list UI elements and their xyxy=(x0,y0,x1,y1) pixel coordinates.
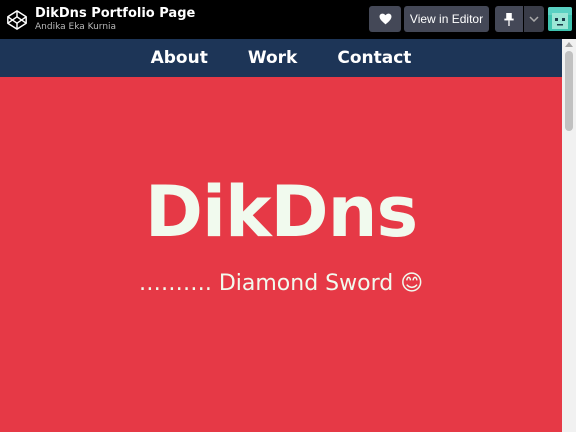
pin-group xyxy=(495,6,544,32)
pin-button[interactable] xyxy=(495,6,523,32)
hero-section: DikDns ………. Diamond Sword 😊 xyxy=(0,77,562,432)
scroll-up-arrow-icon[interactable] xyxy=(565,42,573,47)
codepen-header: DikDns Portfolio Page Andika Eka Kurnia … xyxy=(0,0,576,39)
header-actions: View in Editor xyxy=(369,6,572,32)
codepen-logo-icon[interactable] xyxy=(6,9,28,31)
nav-link-work[interactable]: Work xyxy=(248,48,298,68)
pin-menu-button[interactable] xyxy=(524,6,544,32)
scroll-thumb[interactable] xyxy=(565,51,573,131)
scrollbar[interactable] xyxy=(562,39,576,432)
pin-icon xyxy=(504,12,514,26)
heart-icon xyxy=(379,13,391,25)
chevron-down-icon xyxy=(529,16,539,22)
nav-link-contact[interactable]: Contact xyxy=(337,48,411,68)
avatar[interactable] xyxy=(548,7,572,31)
hero-title: DikDns xyxy=(144,171,418,253)
pen-title[interactable]: DikDns Portfolio Page xyxy=(35,7,195,20)
pen-author[interactable]: Andika Eka Kurnia xyxy=(35,23,195,32)
pen-titles: DikDns Portfolio Page Andika Eka Kurnia xyxy=(35,7,195,32)
view-in-editor-button[interactable]: View in Editor xyxy=(404,6,489,32)
hero-subtitle: ………. Diamond Sword 😊 xyxy=(138,271,424,296)
nav-link-about[interactable]: About xyxy=(151,48,208,68)
like-button[interactable] xyxy=(369,6,401,32)
main-nav: About Work Contact xyxy=(0,39,562,77)
